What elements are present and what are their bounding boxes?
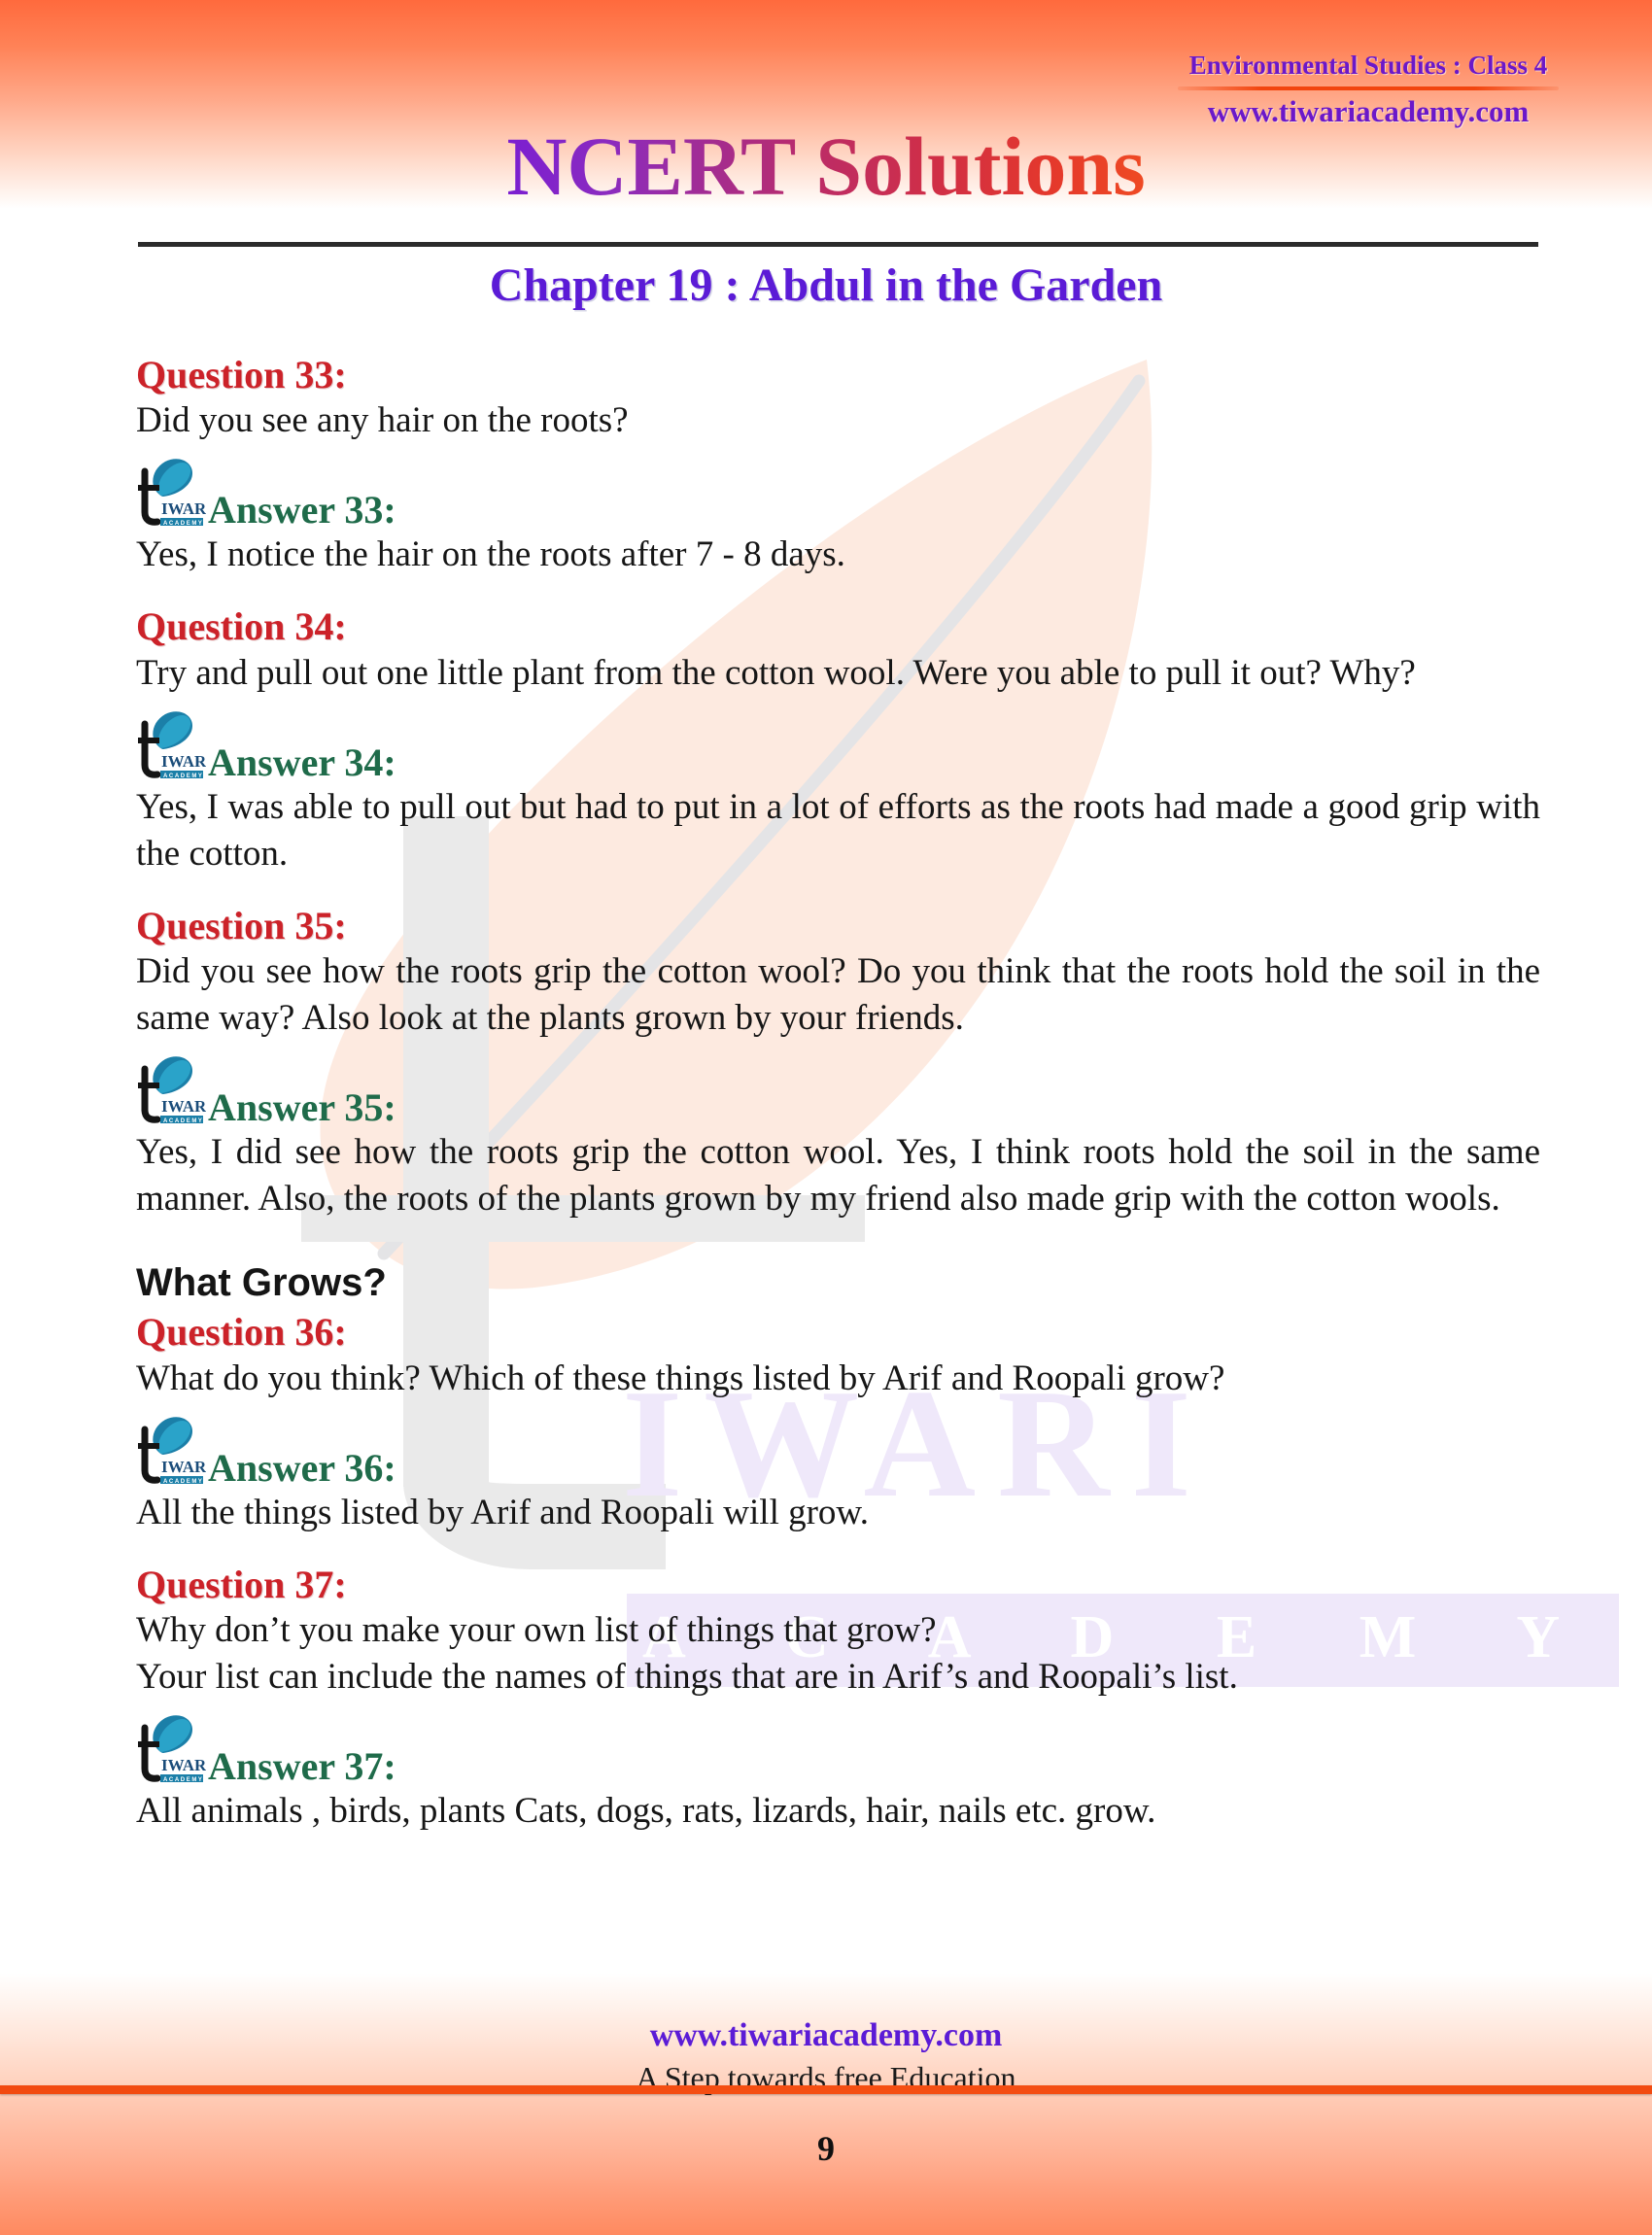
header-divider: [1178, 86, 1559, 90]
page-title: NCERT Solutions: [506, 120, 1146, 213]
tiwari-academy-logo-icon: IWARI ACADEMY: [136, 1714, 206, 1788]
question-37-text-line-2: Your list can include the names of thing…: [136, 1657, 1238, 1698]
svg-text:IWARI: IWARI: [161, 752, 206, 771]
svg-text:ACADEMY: ACADEMY: [163, 1118, 204, 1124]
svg-text:ACADEMY: ACADEMY: [163, 774, 204, 779]
svg-text:IWARI: IWARI: [161, 1458, 206, 1476]
answer-35-row: IWARI ACADEMY Answer 35:: [136, 1055, 1540, 1129]
question-33-text: Did you see any hair on the roots?: [136, 400, 629, 441]
page-number: 9: [817, 2129, 835, 2168]
question-34-text: Try and pull out one little plant from t…: [136, 652, 1416, 693]
tiwari-academy-logo-icon: IWARI ACADEMY: [136, 1055, 206, 1129]
question-36-heading: Question 36:: [136, 1310, 347, 1355]
question-34-heading: Question 34:: [136, 604, 347, 649]
footer-block: www.tiwariacademy.com A Step towards fre…: [0, 2017, 1652, 2096]
page-title-wrap: NCERT Solutions: [0, 124, 1652, 208]
answer-37-row: IWARI ACADEMY Answer 37:: [136, 1714, 1540, 1788]
question-36-text: What do you think? Which of these things…: [136, 1358, 1225, 1398]
question-35-text: Did you see how the roots grip the cotto…: [136, 951, 1540, 1039]
answer-36-text: All the things listed by Arif and Roopal…: [136, 1492, 869, 1532]
answer-37-text: All animals , birds, plants Cats, dogs, …: [136, 1791, 1156, 1832]
question-33-heading: Question 33:: [136, 353, 347, 396]
answer-35-text: Yes, I did see how the roots grip the co…: [136, 1132, 1540, 1220]
svg-text:ACADEMY: ACADEMY: [163, 1479, 204, 1485]
svg-text:ACADEMY: ACADEMY: [163, 521, 204, 527]
footer-website-link[interactable]: www.tiwariacademy.com: [0, 2017, 1652, 2054]
answer-33-row: IWARI ACADEMY Answer 33:: [136, 458, 1540, 532]
tiwari-academy-logo-icon: IWARI ACADEMY: [136, 710, 206, 784]
answer-36-heading: Answer 36:: [208, 1445, 396, 1490]
chapter-title: Chapter 19 : Abdul in the Garden: [489, 259, 1163, 311]
answer-34-text: Yes, I was able to pull out but had to p…: [136, 786, 1540, 874]
tiwari-academy-logo-icon: IWARI ACADEMY: [136, 1416, 206, 1490]
svg-text:IWARI: IWARI: [161, 1097, 206, 1116]
svg-text:IWARI: IWARI: [161, 1756, 206, 1774]
header-brand-block: Environmental Studies : Class 4 www.tiwa…: [1174, 51, 1563, 129]
svg-text:IWARI: IWARI: [161, 499, 206, 518]
question-35-heading: Question 35:: [136, 903, 347, 947]
answer-36-row: IWARI ACADEMY Answer 36:: [136, 1416, 1540, 1490]
question-37-heading: Question 37:: [136, 1562, 347, 1606]
section-heading-what-grows: What Grows?: [136, 1261, 387, 1305]
answer-34-heading: Answer 34:: [208, 739, 396, 784]
tiwari-academy-logo-icon: IWARI ACADEMY: [136, 458, 206, 532]
svg-text:ACADEMY: ACADEMY: [163, 1777, 204, 1783]
footer-divider: [0, 2085, 1652, 2094]
qa-content: Question 33: Did you see any hair on the…: [136, 352, 1540, 1835]
answer-37-heading: Answer 37:: [208, 1744, 396, 1789]
question-37-text-line-1: Why don’t you make your own list of thin…: [136, 1609, 937, 1650]
answer-33-heading: Answer 33:: [208, 488, 396, 533]
answer-35-heading: Answer 35:: [208, 1085, 396, 1130]
title-underline: [138, 242, 1538, 247]
bottom-gradient-band: [0, 1973, 1652, 2235]
subject-class-label: Environmental Studies : Class 4: [1188, 51, 1548, 80]
answer-33-text: Yes, I notice the hair on the roots afte…: [136, 534, 845, 575]
answer-34-row: IWARI ACADEMY Answer 34:: [136, 710, 1540, 784]
document-page: IWARI A C A D E M Y Environmental Studie…: [0, 0, 1652, 2235]
